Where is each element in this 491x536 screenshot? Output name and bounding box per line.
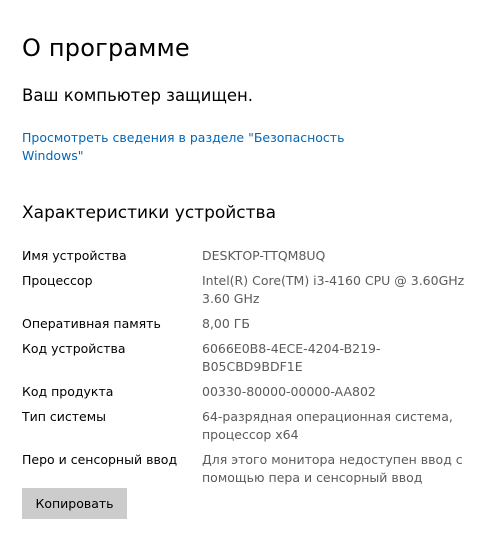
- spec-value: 8,00 ГБ: [202, 316, 251, 331]
- protection-status: Ваш компьютер защищен.: [22, 86, 254, 105]
- spec-row-ram: Оперативная память 8,00 ГБ: [22, 315, 482, 333]
- spec-label: Код продукта: [22, 384, 114, 399]
- spec-label: Оперативная память: [22, 316, 161, 331]
- spec-value: 6066E0B8-4ECE-4204-B219-B05CBD9BDF1E: [202, 341, 381, 374]
- spec-row-pen-touch: Перо и сенсорный ввод Для этого монитора…: [22, 451, 482, 487]
- spec-label: Код устройства: [22, 341, 126, 356]
- spec-row-device-id: Код устройства 6066E0B8-4ECE-4204-B219-B…: [22, 340, 482, 376]
- windows-security-link[interactable]: Просмотреть сведения в разделе "Безопасн…: [22, 129, 352, 165]
- spec-value: DESKTOP-TTQM8UQ: [202, 248, 326, 263]
- spec-value: 00330-80000-00000-AA802: [202, 384, 376, 399]
- spec-label: Перо и сенсорный ввод: [22, 452, 178, 467]
- device-specs-title: Характеристики устройства: [22, 203, 276, 223]
- spec-row-device-name: Имя устройства DESKTOP-TTQM8UQ: [22, 247, 482, 265]
- spec-value: Intel(R) Core(TM) i3-4160 CPU @ 3.60GHz …: [202, 273, 465, 306]
- spec-value: 64-разрядная операционная система, проце…: [202, 409, 453, 442]
- spec-row-processor: Процессор Intel(R) Core(TM) i3-4160 CPU …: [22, 272, 482, 308]
- spec-row-system-type: Тип системы 64-разрядная операционная си…: [22, 408, 482, 444]
- spec-label: Имя устройства: [22, 248, 127, 263]
- copy-button[interactable]: Копировать: [22, 488, 127, 519]
- spec-row-product-id: Код продукта 00330-80000-00000-AA802: [22, 383, 482, 401]
- device-specs-list: Имя устройства DESKTOP-TTQM8UQ Процессор…: [22, 247, 482, 494]
- spec-label: Тип системы: [22, 409, 107, 424]
- spec-value: Для этого монитора недоступен ввод с пом…: [202, 452, 463, 485]
- page-title: О программе: [22, 34, 190, 62]
- spec-label: Процессор: [22, 273, 93, 288]
